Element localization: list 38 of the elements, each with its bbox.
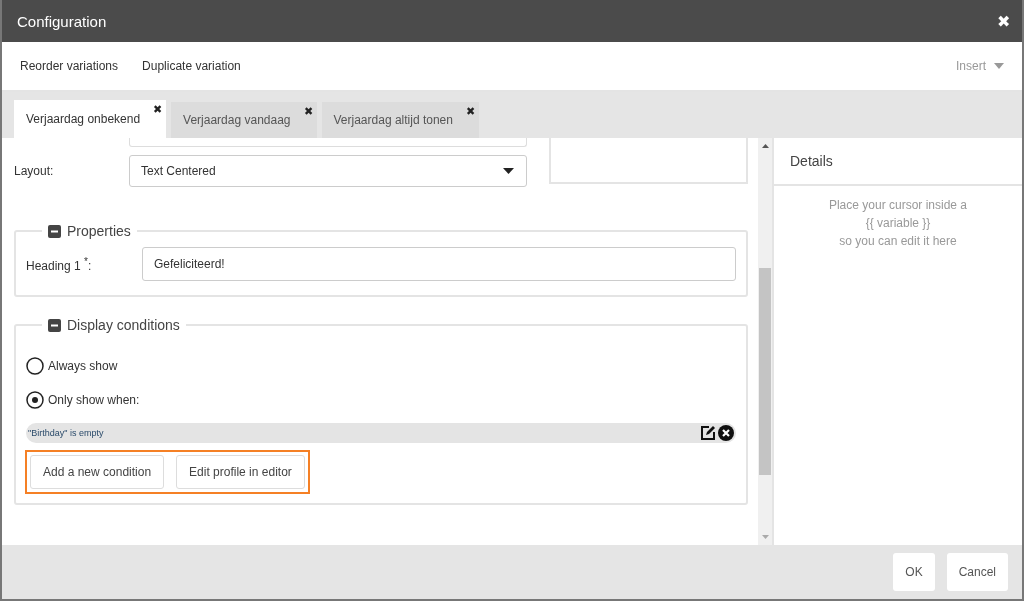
close-tab-icon[interactable]: ✖ <box>303 105 313 118</box>
collapse-icon[interactable] <box>48 224 61 238</box>
hint-text: {{ variable }} <box>864 215 932 232</box>
window-title: Configuration <box>17 12 108 30</box>
tab[interactable]: Verjaardag altijd tonen ✖ <box>321 102 479 138</box>
caret-icon <box>994 63 1004 69</box>
close-button[interactable]: ✖ <box>997 11 1010 31</box>
close-tab-icon[interactable]: ✖ <box>153 103 163 116</box>
tab[interactable]: Verjaardag vandaag ✖ <box>171 102 317 138</box>
radio-label: Only show when: <box>48 393 140 407</box>
hint-text: so you can edit it here <box>838 233 958 250</box>
field-label: Heading 1 $^{*}$: <box>26 255 93 273</box>
panel-title: Details <box>774 138 1022 186</box>
text-field[interactable] <box>129 138 528 147</box>
toolbar-button[interactable]: Duplicate variation <box>134 55 249 77</box>
radio-button[interactable] <box>26 357 44 375</box>
toolbar-button[interactable]: Reorder variations <box>12 55 127 77</box>
section-title: Display conditions <box>67 317 180 333</box>
field-label: Layout: <box>14 164 55 178</box>
edit-icon[interactable] <box>700 425 716 441</box>
dialog-button[interactable]: Cancel <box>946 553 1008 591</box>
action-button[interactable]: Add a new condition <box>30 455 165 489</box>
action-button[interactable]: Edit profile in editor <box>176 455 305 489</box>
layout-select[interactable]: Text Centered <box>129 155 528 187</box>
radio-button[interactable] <box>26 391 44 409</box>
remove-icon[interactable] <box>718 425 734 441</box>
heading-input[interactable]: Gefeliciteerd! <box>142 247 736 281</box>
scrollbar[interactable] <box>758 138 772 545</box>
dialog-button[interactable]: OK <box>893 553 935 591</box>
collapse-icon[interactable] <box>48 318 61 332</box>
condition-text: "Birthday" is empty <box>28 428 104 438</box>
section-title: Properties <box>67 223 131 239</box>
radio-label: Always show <box>48 359 118 373</box>
hint-text: Place your cursor inside a <box>827 197 969 214</box>
caret-icon <box>503 168 515 174</box>
scroll-up-icon[interactable] <box>761 144 769 148</box>
tab[interactable]: Verjaardag onbekend ✖ <box>14 100 167 138</box>
close-tab-icon[interactable]: ✖ <box>465 105 475 118</box>
